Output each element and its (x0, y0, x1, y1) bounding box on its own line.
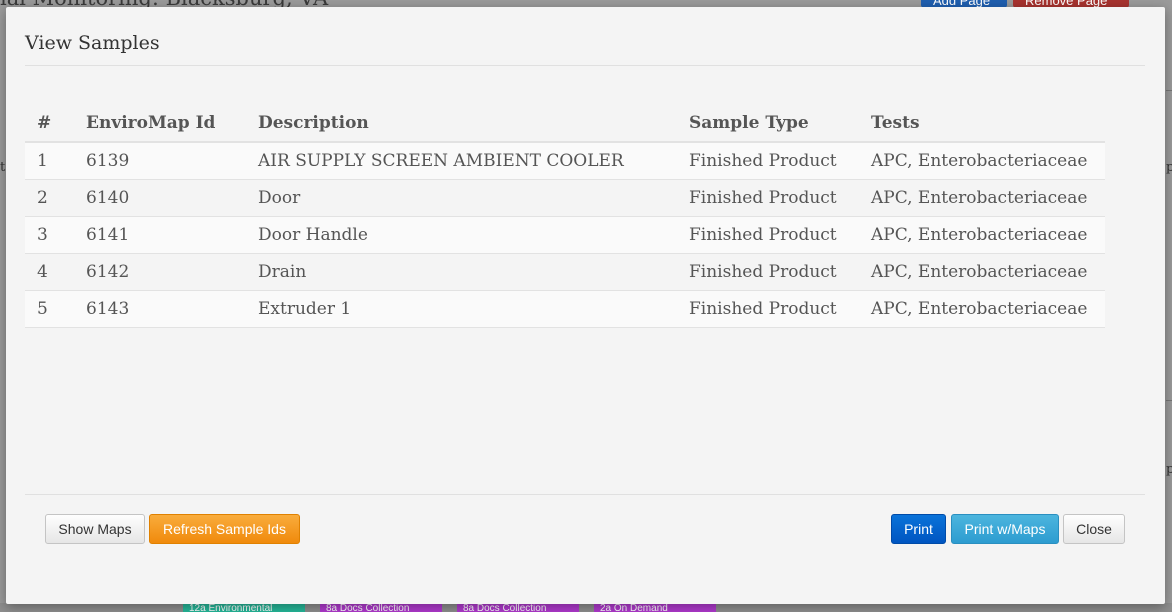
background-edge-right-2: p (1166, 462, 1172, 477)
cell-tests: APC, Enterobacteriaceae (859, 179, 1105, 217)
refresh-sample-ids-button[interactable]: Refresh Sample Ids (149, 514, 300, 544)
cell-tests: APC, Enterobacteriaceae (859, 290, 1105, 328)
cell-enviromap-id: 6142 (74, 253, 246, 291)
view-samples-dialog: View Samples # EnviroMap Id Description … (6, 7, 1165, 604)
footer-divider (25, 494, 1145, 495)
table-row[interactable]: 5 6143 Extruder 1 Finished Product APC, … (25, 290, 1105, 328)
cell-description: Extruder 1 (246, 290, 677, 328)
table-row[interactable]: 3 6141 Door Handle Finished Product APC,… (25, 216, 1105, 254)
background-divider (1166, 90, 1172, 91)
table-row[interactable]: 1 6139 AIR SUPPLY SCREEN AMBIENT COOLER … (25, 142, 1105, 180)
cell-enviromap-id: 6143 (74, 290, 246, 328)
background-divider (1166, 400, 1172, 401)
cell-sample-type: Finished Product (677, 142, 859, 180)
show-maps-button[interactable]: Show Maps (45, 514, 145, 544)
table-header-row: # EnviroMap Id Description Sample Type T… (25, 105, 1105, 143)
background-edge-right-1: p (1166, 160, 1172, 175)
background-tile-strip (0, 603, 1172, 612)
cell-description: Door (246, 179, 677, 217)
cell-tests: APC, Enterobacteriaceae (859, 253, 1105, 291)
samples-table: # EnviroMap Id Description Sample Type T… (25, 105, 1105, 328)
print-with-maps-button[interactable]: Print w/Maps (951, 514, 1059, 544)
cell-tests: APC, Enterobacteriaceae (859, 216, 1105, 254)
column-header-number[interactable]: # (25, 105, 74, 143)
cell-number: 3 (25, 216, 74, 254)
cell-sample-type: Finished Product (677, 290, 859, 328)
cell-sample-type: Finished Product (677, 216, 859, 254)
cell-enviromap-id: 6140 (74, 179, 246, 217)
cell-description: AIR SUPPLY SCREEN AMBIENT COOLER (246, 142, 677, 180)
cell-number: 4 (25, 253, 74, 291)
cell-number: 2 (25, 179, 74, 217)
column-header-description[interactable]: Description (246, 105, 677, 143)
cell-enviromap-id: 6139 (74, 142, 246, 180)
cell-description: Door Handle (246, 216, 677, 254)
dialog-title: View Samples (25, 32, 160, 54)
cell-description: Drain (246, 253, 677, 291)
close-button[interactable]: Close (1063, 514, 1125, 544)
column-header-sample-type[interactable]: Sample Type (677, 105, 859, 143)
table-row[interactable]: 4 6142 Drain Finished Product APC, Enter… (25, 253, 1105, 291)
table-row[interactable]: 2 6140 Door Finished Product APC, Entero… (25, 179, 1105, 217)
cell-sample-type: Finished Product (677, 253, 859, 291)
cell-sample-type: Finished Product (677, 179, 859, 217)
cell-number: 5 (25, 290, 74, 328)
cell-tests: APC, Enterobacteriaceae (859, 142, 1105, 180)
cell-number: 1 (25, 142, 74, 180)
print-button[interactable]: Print (891, 514, 946, 544)
cell-enviromap-id: 6141 (74, 216, 246, 254)
column-header-tests[interactable]: Tests (859, 105, 1105, 143)
header-divider (25, 65, 1145, 66)
column-header-enviromap-id[interactable]: EnviroMap Id (74, 105, 246, 143)
